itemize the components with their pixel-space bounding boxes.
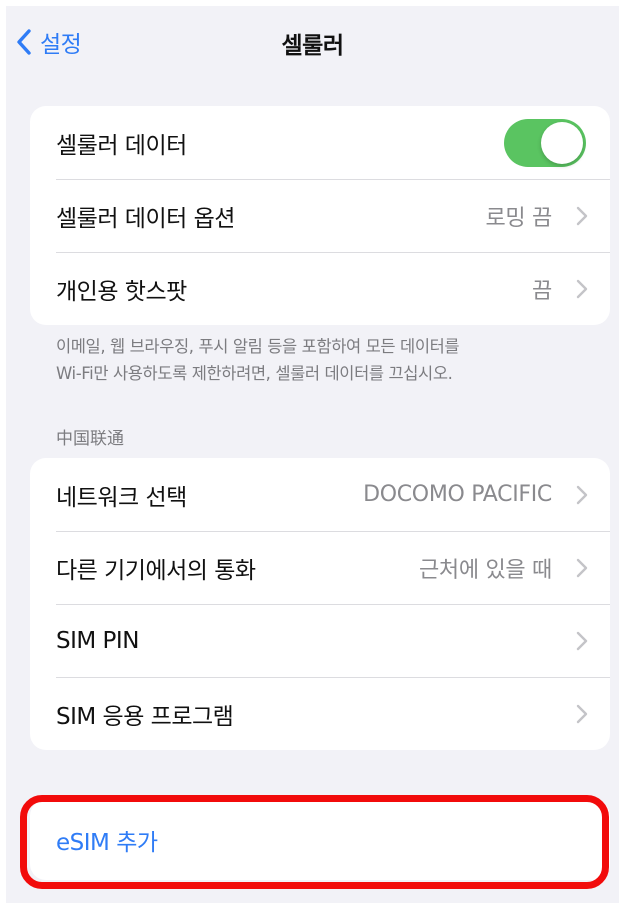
chevron-right-icon bbox=[576, 279, 588, 299]
sim-applications-label: SIM 응용 프로그램 bbox=[56, 703, 234, 730]
row-personal-hotspot[interactable]: 개인용 핫스팟 끔 bbox=[30, 252, 610, 325]
row-sim-pin[interactable]: SIM PIN bbox=[30, 604, 610, 677]
personal-hotspot-value: 끔 bbox=[532, 278, 552, 304]
chevron-right-icon bbox=[576, 631, 588, 651]
sim-pin-label: SIM PIN bbox=[56, 627, 139, 654]
cellular-data-footnote: 이메일, 웹 브라우징, 푸시 알림 등을 포함하여 모든 데이터를 Wi-Fi… bbox=[56, 333, 596, 387]
cellular-settings-group: 셀룰러 데이터 셀룰러 데이터 옵션 로밍 끔 개인용 핫스팟 끔 bbox=[30, 106, 610, 325]
network-selection-value: DOCOMO PACIFIC bbox=[363, 482, 552, 507]
row-cellular-data: 셀룰러 데이터 bbox=[30, 106, 610, 179]
settings-screen: 설정 셀룰러 셀룰러 데이터 셀룰러 데이터 옵션 로밍 끔 개인용 핫스팟 끔 bbox=[6, 6, 619, 903]
carrier-settings-group: 네트워크 선택 DOCOMO PACIFIC 다른 기기에서의 통화 근처에 있… bbox=[30, 458, 610, 750]
chevron-right-icon bbox=[576, 485, 588, 505]
navigation-bar: 설정 셀룰러 bbox=[6, 6, 619, 78]
carrier-section-header: 中国联通 bbox=[56, 429, 124, 449]
chevron-right-icon bbox=[576, 704, 588, 724]
footnote-line-1: 이메일, 웹 브라우징, 푸시 알림 등을 포함하여 모든 데이터를 bbox=[56, 337, 460, 356]
chevron-right-icon bbox=[576, 558, 588, 578]
cellular-data-label: 셀룰러 데이터 bbox=[56, 132, 187, 159]
add-esim-label: eSIM 추가 bbox=[56, 830, 158, 856]
row-sim-applications[interactable]: SIM 응용 프로그램 bbox=[30, 677, 610, 750]
toggle-knob bbox=[541, 121, 583, 164]
add-esim-button[interactable]: eSIM 추가 bbox=[30, 800, 610, 880]
page-title: 셀룰러 bbox=[281, 33, 344, 59]
row-calls-on-other-devices[interactable]: 다른 기기에서의 통화 근처에 있을 때 bbox=[30, 531, 610, 604]
cellular-data-options-value: 로밍 끔 bbox=[485, 205, 552, 231]
personal-hotspot-label: 개인용 핫스팟 bbox=[56, 278, 187, 305]
row-cellular-data-options[interactable]: 셀룰러 데이터 옵션 로밍 끔 bbox=[30, 179, 610, 252]
footnote-line-2: Wi-Fi만 사용하도록 제한하려면, 셀룰러 데이터를 끄십시오. bbox=[56, 364, 453, 383]
row-network-selection[interactable]: 네트워크 선택 DOCOMO PACIFIC bbox=[30, 458, 610, 531]
chevron-right-icon bbox=[576, 206, 588, 226]
cellular-data-toggle[interactable] bbox=[504, 118, 586, 167]
network-selection-label: 네트워크 선택 bbox=[56, 484, 187, 511]
calls-on-other-devices-value: 근처에 있을 때 bbox=[418, 557, 552, 583]
cellular-data-options-label: 셀룰러 데이터 옵션 bbox=[56, 205, 235, 232]
esim-group: eSIM 추가 bbox=[30, 800, 610, 880]
calls-on-other-devices-label: 다른 기기에서의 통화 bbox=[56, 557, 256, 584]
